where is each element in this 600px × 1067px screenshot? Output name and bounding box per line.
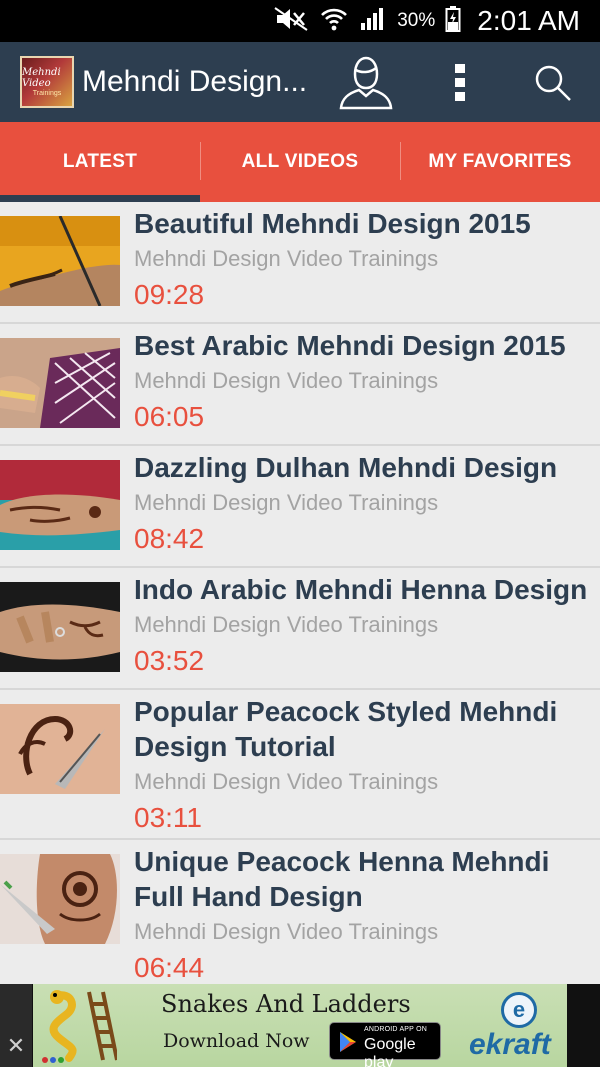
video-thumbnail[interactable] [0, 460, 120, 550]
video-channel: Mehndi Design Video Trainings [134, 246, 439, 271]
list-item[interactable]: Dazzling Dulhan Mehndi Design Mehndi Des… [0, 446, 600, 568]
app-logo: Mehndi Video Trainings [20, 56, 74, 108]
tab-latest[interactable]: LATEST [0, 122, 200, 202]
video-title[interactable]: Popular Peacock Styled Mehndi Design Tut… [134, 694, 592, 764]
list-item[interactable]: Popular Peacock Styled Mehndi Design Tut… [0, 690, 600, 840]
video-title[interactable]: Unique Peacock Henna Mehndi Full Hand De… [134, 844, 592, 914]
video-title[interactable]: Dazzling Dulhan Mehndi Design [134, 450, 592, 485]
overflow-menu-icon [455, 64, 465, 101]
video-thumbnail[interactable] [0, 582, 120, 672]
video-duration: 09:28 [134, 279, 205, 310]
search-button[interactable] [530, 60, 576, 106]
store-small-text: ANDROID APP ON [364, 1026, 427, 1033]
tab-my-favorites-label: MY FAVORITES [428, 151, 572, 172]
ad-title: Snakes And Ladders [161, 990, 411, 1018]
video-duration: 03:11 [134, 802, 202, 833]
tab-bar: LATEST ALL VIDEOS MY FAVORITES [0, 122, 600, 202]
video-thumbnail[interactable] [0, 216, 120, 306]
video-thumbnail[interactable] [0, 704, 120, 794]
signal-icon [359, 6, 387, 37]
video-thumbnail[interactable] [0, 338, 120, 428]
video-duration: 08:42 [134, 523, 205, 554]
video-channel: Mehndi Design Video Trainings [134, 490, 439, 515]
overflow-menu-button[interactable] [446, 60, 474, 106]
tab-latest-label: LATEST [62, 151, 138, 172]
mute-icon [273, 6, 309, 37]
video-channel: Mehndi Design Video Trainings [134, 612, 439, 637]
google-play-badge[interactable]: ANDROID APP ON Google play [329, 1022, 441, 1067]
clock: 2:01 AM [477, 5, 580, 36]
ad-brand: ekraft [469, 1028, 551, 1061]
tab-my-favorites[interactable]: MY FAVORITES [400, 122, 600, 202]
app-title: Mehndi Design... [82, 65, 308, 98]
close-icon: ✕ [6, 1033, 26, 1058]
search-icon [535, 65, 571, 101]
profile-icon [339, 56, 393, 110]
list-item[interactable]: Beautiful Mehndi Design 2015 Mehndi Desi… [0, 202, 600, 324]
battery-icon [445, 5, 461, 38]
status-bar: 30% 2:01 AM [0, 0, 600, 42]
store-big-text: Google play [364, 1036, 416, 1067]
video-channel: Mehndi Design Video Trainings [134, 769, 439, 794]
video-duration: 06:05 [134, 401, 205, 432]
wifi-icon [319, 6, 349, 37]
list-item[interactable]: Best Arabic Mehndi Design 2015 Mehndi De… [0, 324, 600, 446]
video-title[interactable]: Indo Arabic Mehndi Henna Design [134, 572, 592, 607]
video-thumbnail[interactable] [0, 854, 120, 944]
active-tab-indicator [0, 195, 200, 202]
ad-close-button[interactable]: ✕ [0, 984, 32, 1067]
list-item[interactable]: Unique Peacock Henna Mehndi Full Hand De… [0, 840, 600, 984]
app-bar: Mehndi Video Trainings Mehndi Design... [0, 42, 600, 122]
video-channel: Mehndi Design Video Trainings [134, 919, 439, 944]
app-logo-line2: Trainings [32, 89, 62, 97]
video-channel: Mehndi Design Video Trainings [134, 368, 439, 393]
tab-all-videos[interactable]: ALL VIDEOS [200, 122, 400, 202]
play-store-icon [340, 1032, 356, 1052]
snake-ladder-icon [42, 990, 117, 1063]
video-duration: 06:44 [134, 952, 205, 983]
battery-percent: 30% [397, 10, 436, 31]
video-title[interactable]: Beautiful Mehndi Design 2015 [134, 206, 592, 241]
ad-cta: Download Now [163, 1030, 310, 1052]
ekraft-logo-icon: e [501, 992, 537, 1028]
video-title[interactable]: Best Arabic Mehndi Design 2015 [134, 328, 592, 363]
ad-banner[interactable]: ✕ Snakes And Ladders Download Now ANDROI… [0, 984, 600, 1067]
video-list[interactable]: Beautiful Mehndi Design 2015 Mehndi Desi… [0, 202, 600, 984]
app-logo-line1: Mehndi Video [22, 66, 61, 89]
tab-all-videos-label: ALL VIDEOS [241, 151, 359, 172]
ad-content[interactable]: Snakes And Ladders Download Now ANDROID … [33, 984, 567, 1067]
video-duration: 03:52 [134, 645, 205, 676]
profile-button[interactable] [336, 54, 396, 110]
list-item[interactable]: Indo Arabic Mehndi Henna Design Mehndi D… [0, 568, 600, 690]
